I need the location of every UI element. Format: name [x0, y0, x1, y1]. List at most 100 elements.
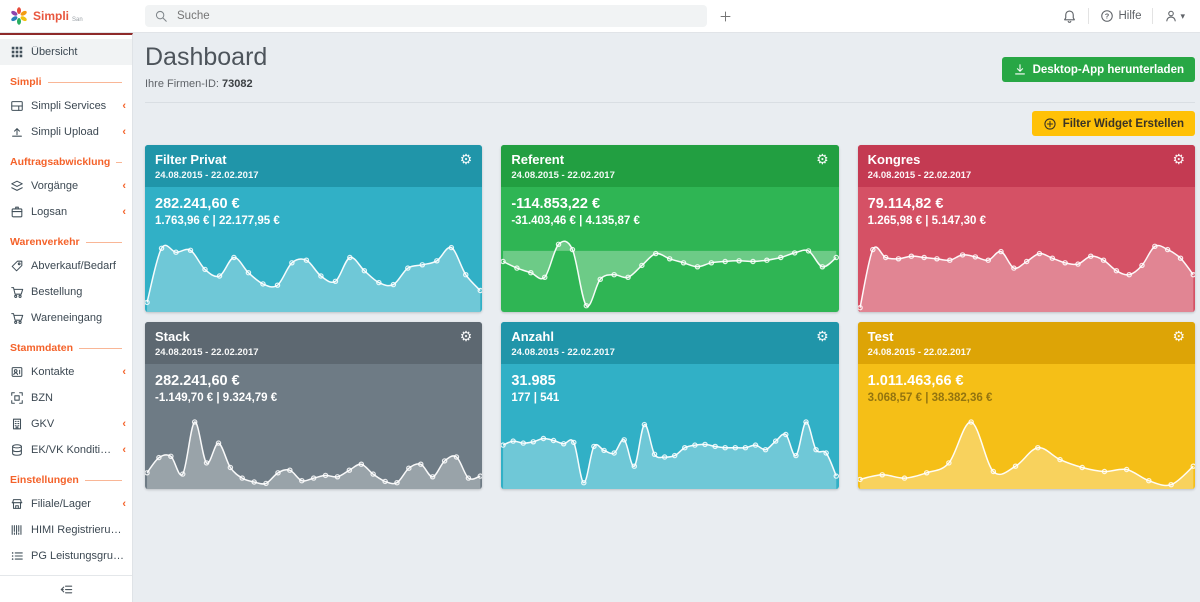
logo-text: Simpli	[33, 10, 69, 22]
sidebar-item-logsan[interactable]: Logsan‹	[0, 199, 132, 225]
sidebar-item-himi-registrierungs[interactable]: HIMI Registrierungs...	[0, 517, 132, 543]
sidebar-item-label: Kontakte	[31, 366, 115, 378]
widget-value: 31.985	[511, 373, 828, 390]
sidebar-item-label: Abverkauf/Bedarf	[31, 260, 126, 272]
sidebar-item-simpli-upload[interactable]: Simpli Upload‹	[0, 119, 132, 145]
widget-header: Test 24.08.2015 - 22.02.2017 ⚙	[858, 322, 1195, 364]
sidebar-item-bzn[interactable]: BZN	[0, 385, 132, 411]
widget-value: -114.853,22 €	[511, 196, 828, 213]
sidebar-item-label: GKV	[31, 418, 115, 430]
app-window: Simpli San ? Hilfe ▾	[0, 0, 1200, 602]
download-desktop-app-button[interactable]: Desktop-App herunterladen	[1002, 57, 1195, 82]
sidebar-item-label: Wareneingang	[31, 312, 126, 324]
widget-title: Filter Privat	[155, 152, 259, 168]
sidebar-item-simpli-services[interactable]: Simpli Services‹	[0, 93, 132, 119]
sidebar-nav: Übersicht SimpliSimpli Services‹Simpli U…	[0, 35, 132, 575]
sidebar-item-vorgänge[interactable]: Vorgänge‹	[0, 173, 132, 199]
search-input[interactable]	[175, 9, 698, 23]
app-logo[interactable]: Simpli San	[0, 5, 133, 27]
notifications-bell-icon[interactable]	[1062, 9, 1077, 24]
upload-icon	[10, 125, 24, 139]
help-button[interactable]: ? Hilfe	[1100, 9, 1141, 23]
sidebar-section-stammdaten: Stammdaten	[0, 331, 132, 359]
widget-sub-value: -31.403,46 € | 4.135,87 €	[511, 215, 828, 227]
grid-icon	[10, 45, 24, 59]
widget-body: 1.011.463,66 €3.068,57 € | 38.382,36 €	[858, 364, 1195, 404]
sidebar-item-label: Vorgänge	[31, 180, 115, 192]
sidebar-section-warenverkehr: Warenverkehr	[0, 225, 132, 253]
sidebar-item-filiale-lager[interactable]: Filiale/Lager‹	[0, 491, 132, 517]
gear-icon[interactable]: ⚙	[1172, 152, 1185, 166]
building-icon	[10, 417, 24, 431]
widget-header: Filter Privat 24.08.2015 - 22.02.2017 ⚙	[145, 145, 482, 187]
sidebar-item-ek-vk-konditionen[interactable]: EK/VK Konditionen‹	[0, 437, 132, 463]
sidebar-item-bestellung[interactable]: Bestellung	[0, 279, 132, 305]
gear-icon[interactable]: ⚙	[460, 329, 473, 343]
sidebar-item-wareneingang[interactable]: Wareneingang	[0, 305, 132, 331]
sidebar-item-uebersicht[interactable]: Übersicht	[0, 39, 132, 65]
sidebar-section-auftragsabwicklung: Auftragsabwicklung	[0, 145, 132, 173]
widget-value: 282.241,60 €	[155, 196, 472, 213]
svg-text:?: ?	[1105, 12, 1110, 21]
widget-body: 282.241,60 € 1.763,96 € | 22.177,95 €	[145, 187, 482, 227]
widget-header: Anzahl24.08.2015 - 22.02.2017⚙	[501, 322, 838, 364]
widget-sub-value: 3.068,57 € | 38.382,36 €	[868, 392, 1185, 404]
widget-card-stack[interactable]: Stack24.08.2015 - 22.02.2017⚙282.241,60 …	[145, 322, 482, 489]
sidebar-item-abverkauf-bedarf[interactable]: Abverkauf/Bedarf	[0, 253, 132, 279]
contacts-icon	[10, 365, 24, 379]
plus-circle-icon	[1043, 117, 1057, 131]
widget-title: Kongres	[868, 152, 972, 168]
tag-icon	[10, 259, 24, 273]
gear-icon[interactable]: ⚙	[816, 329, 829, 343]
sidebar-item-label: PG Leistungsgruppen	[31, 550, 126, 562]
chevron-left-icon: ‹	[122, 445, 126, 456]
topbar-actions: ? Hilfe ▾	[1062, 8, 1200, 24]
logo-flower-icon	[8, 5, 30, 27]
widget-date-range: 24.08.2015 - 22.02.2017	[868, 170, 972, 181]
sparkline-chart	[501, 240, 838, 312]
layers-icon	[10, 179, 24, 193]
search-bar[interactable]	[145, 5, 707, 27]
company-id: Ihre Firmen-ID: 73082	[145, 78, 267, 90]
widget-date-range: 24.08.2015 - 22.02.2017	[511, 170, 615, 181]
widget-card-referent[interactable]: Referent24.08.2015 - 22.02.2017⚙-114.853…	[501, 145, 838, 312]
sparkline-chart	[858, 240, 1195, 312]
services-icon	[10, 99, 24, 113]
widget-card-anzahl[interactable]: Anzahl24.08.2015 - 22.02.2017⚙31.985177 …	[501, 322, 838, 489]
sidebar-item-kontakte[interactable]: Kontakte‹	[0, 359, 132, 385]
widget-date-range: 24.08.2015 - 22.02.2017	[155, 170, 259, 181]
add-tab-icon[interactable]	[719, 10, 732, 23]
widget-sub-value: -1.149,70 € | 9.324,79 €	[155, 392, 472, 404]
widget-body: 282.241,60 €-1.149,70 € | 9.324,79 €	[145, 364, 482, 404]
widget-card-kongres[interactable]: Kongres24.08.2015 - 22.02.2017⚙79.114,82…	[858, 145, 1195, 312]
store-icon	[10, 497, 24, 511]
help-label: Hilfe	[1118, 10, 1141, 22]
widget-card-filter-privat[interactable]: Filter Privat 24.08.2015 - 22.02.2017 ⚙ 282…	[145, 145, 482, 312]
widget-sub-value: 1.265,98 € | 5.147,30 €	[868, 215, 1185, 227]
sidebar-item-gkv[interactable]: GKV ‹	[0, 411, 132, 437]
widget-card-test[interactable]: Test 24.08.2015 - 22.02.2017 ⚙ 1.011.463,66…	[858, 322, 1195, 489]
widget-date-range: 24.08.2015 - 22.02.2017	[868, 347, 972, 358]
sidebar-item-label: Bestellung	[31, 286, 126, 298]
sidebar-item-pg-leistungsgruppen[interactable]: PG Leistungsgruppen	[0, 543, 132, 569]
cart-in-icon	[10, 311, 24, 325]
sidebar-item-label: Übersicht	[31, 46, 126, 58]
user-menu[interactable]: ▾	[1164, 9, 1185, 23]
gear-icon[interactable]: ⚙	[1172, 329, 1185, 343]
create-filter-widget-button[interactable]: Filter Widget Erstellen	[1032, 111, 1195, 136]
company-id-label: Ihre Firmen-ID:	[145, 78, 219, 90]
download-button-label: Desktop-App herunterladen	[1033, 64, 1184, 76]
widget-header: Kongres 24.08.2015 - 22.02.2017 ⚙	[858, 145, 1195, 187]
widget-title: Test	[868, 329, 972, 345]
barcode-icon	[10, 523, 24, 537]
sidebar-item-label: Simpli Upload	[31, 126, 115, 138]
widget-sub-value: 1.763,96 € | 22.177,95 €	[155, 215, 472, 227]
chevron-left-icon: ‹	[122, 419, 126, 430]
collapse-sidebar-icon[interactable]	[59, 582, 74, 597]
user-icon	[1164, 9, 1178, 23]
cart-icon	[10, 285, 24, 299]
gear-icon[interactable]: ⚙	[460, 152, 473, 166]
topbar: Simpli San ? Hilfe ▾	[0, 0, 1200, 33]
gear-icon[interactable]: ⚙	[816, 152, 829, 166]
sparkline-chart	[145, 240, 482, 312]
